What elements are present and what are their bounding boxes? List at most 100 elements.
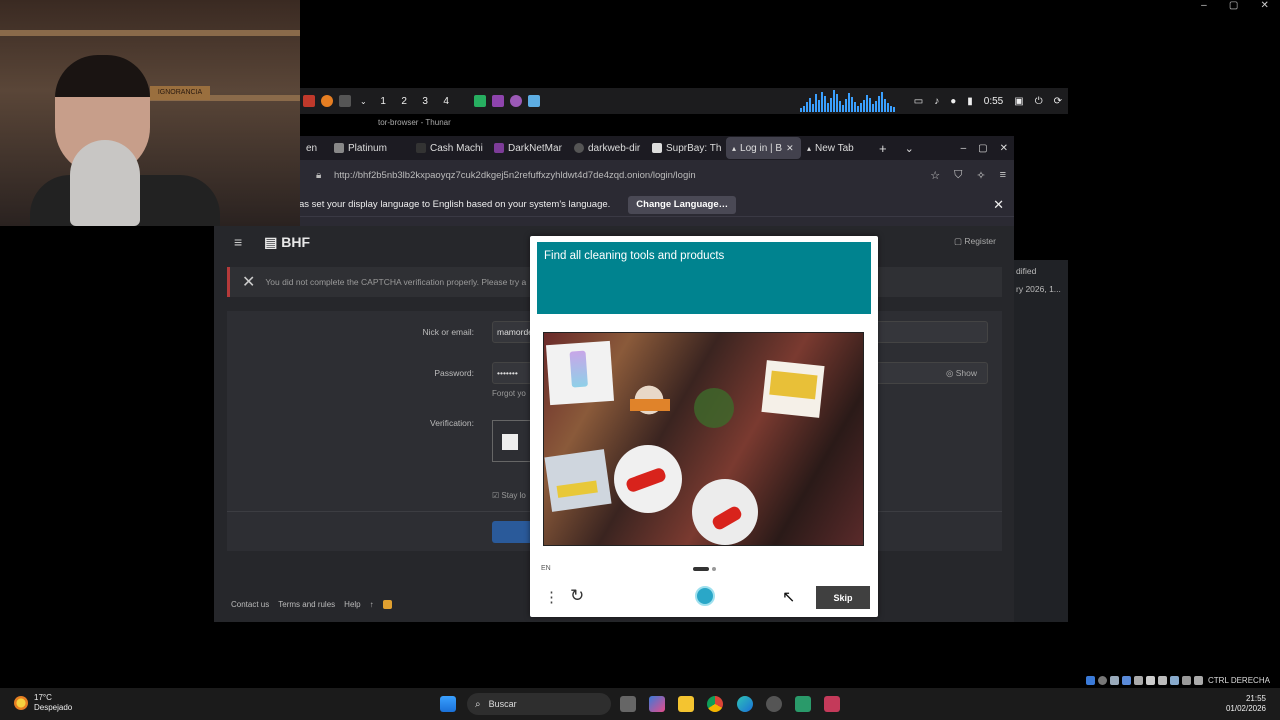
hamburger-menu-icon[interactable]: ≡	[234, 234, 242, 250]
image-tile-sponges[interactable]	[544, 449, 612, 512]
tray-app-icon[interactable]	[1170, 676, 1179, 685]
new-tab-button[interactable]: +	[879, 141, 887, 156]
captcha-image[interactable]	[543, 332, 864, 546]
tab[interactable]: Cash Machi	[410, 137, 488, 159]
url-text[interactable]: http://bhf2b5nb3lb2kxpaoyqz7cuk2dkgej5n2…	[334, 170, 696, 181]
chevron-down-icon[interactable]: ⌄	[360, 97, 367, 106]
show-password-toggle[interactable]: ◎ Show	[946, 368, 977, 379]
weather-widget[interactable]: 17°C Despejado	[14, 693, 72, 713]
tab[interactable]: ▴ New Tab	[801, 137, 871, 159]
visualizer-bar	[884, 99, 886, 112]
close-icon[interactable]: ✕	[1000, 143, 1008, 154]
files-icon[interactable]	[527, 95, 540, 107]
start-icon[interactable]	[440, 696, 456, 712]
tab[interactable]: en	[300, 137, 328, 159]
display-icon[interactable]: ▭	[914, 96, 923, 107]
tab[interactable]: Platinum	[328, 137, 410, 159]
tab[interactable]: darkweb-dir	[568, 137, 646, 159]
tab-label: darkweb-dir	[588, 142, 641, 154]
workspace-3[interactable]: 3	[415, 96, 436, 107]
visualizer-bar	[878, 96, 880, 112]
menu-icon[interactable]: ≡	[1000, 169, 1006, 181]
image-tile-glove-2[interactable]	[692, 479, 758, 545]
task-view-icon[interactable]	[620, 696, 636, 712]
tray-app-icon[interactable]	[1122, 676, 1131, 685]
close-icon[interactable]: ✕	[993, 197, 1004, 213]
edge-icon[interactable]	[737, 696, 753, 712]
image-tile-glove-1[interactable]	[614, 445, 682, 513]
captcha-checkbox[interactable]	[502, 434, 518, 450]
close-icon[interactable]: ✕	[1260, 0, 1268, 14]
firefox-icon[interactable]	[321, 95, 333, 107]
tray-app-icon[interactable]	[1182, 676, 1191, 685]
onion-lock-icon[interactable]: 🔒︎	[316, 170, 321, 181]
bookmark-star-icon[interactable]: ☆	[930, 169, 940, 182]
change-language-button[interactable]: Change Language…	[628, 195, 737, 214]
workspace-4[interactable]: 4	[436, 96, 457, 107]
tab-close-icon[interactable]: ✕	[786, 143, 794, 154]
tab[interactable]: SuprBay: Th	[646, 137, 726, 159]
tray-app-icon[interactable]	[1110, 676, 1119, 685]
tray-app-icon[interactable]	[1098, 676, 1107, 685]
scroll-up-icon[interactable]: ↑	[370, 600, 374, 609]
refresh-icon[interactable]: ⟳	[1054, 96, 1062, 107]
power-icon[interactable]: ⏻	[1035, 96, 1043, 107]
visualizer-bar	[887, 103, 889, 112]
url-bar[interactable]: 🔒︎ http://bhf2b5nb3lb2kxpaoyqz7cuk2dkgej…	[300, 164, 1014, 186]
taskbar-clock[interactable]: 21:55 01/02/2026	[1226, 694, 1266, 714]
rss-icon[interactable]	[382, 600, 392, 609]
taskbar-search[interactable]: ⌕ Buscar	[467, 693, 611, 715]
chrome-icon[interactable]	[707, 696, 723, 712]
battery-icon[interactable]: ▮	[967, 96, 973, 107]
app-icon[interactable]	[491, 95, 504, 107]
app-icon[interactable]	[824, 696, 840, 712]
register-link[interactable]: ▢ Register	[954, 236, 996, 247]
error-close-icon[interactable]: ✕	[242, 272, 255, 292]
captcha-menu-icon[interactable]: ⋮	[544, 588, 559, 606]
image-tile-sponge-yellow[interactable]	[761, 360, 825, 418]
maximize-icon[interactable]: ▢	[978, 143, 987, 154]
app-icon[interactable]	[473, 95, 486, 107]
volume-icon[interactable]: ♪	[934, 96, 939, 107]
tab-favicon-icon	[416, 143, 426, 153]
maximize-icon[interactable]: ▢	[1229, 0, 1238, 14]
tray-app-icon[interactable]	[1158, 676, 1167, 685]
clock-time: 21:55	[1245, 694, 1266, 703]
language-indicator[interactable]: EN	[541, 565, 551, 572]
tor-icon[interactable]	[509, 95, 522, 107]
image-tile-sponge[interactable]	[624, 375, 674, 425]
tray-app-icon[interactable]	[1134, 676, 1143, 685]
copilot-icon[interactable]	[649, 696, 665, 712]
stay-logged-in-checkbox[interactable]: ☑ Stay lo	[492, 491, 526, 500]
lock-icon[interactable]: ▣	[1014, 96, 1023, 107]
app-icon[interactable]	[303, 95, 315, 107]
workspace-1[interactable]: 1	[373, 96, 394, 107]
tab[interactable]: DarkNetMar	[488, 137, 568, 159]
minimize-icon[interactable]: –	[961, 143, 967, 154]
terminal-icon[interactable]	[339, 95, 351, 107]
contact-link[interactable]: Contact us	[231, 600, 269, 609]
image-tile-phone[interactable]	[545, 340, 615, 406]
captcha-widget[interactable]	[492, 420, 532, 462]
shield-icon[interactable]: ⛉	[954, 169, 962, 182]
app-icon[interactable]	[766, 696, 782, 712]
app-icon[interactable]	[795, 696, 811, 712]
hcaptcha-logo-icon	[695, 586, 715, 606]
forgot-password-link[interactable]: Forgot yo	[492, 389, 526, 398]
tab-active[interactable]: ▴ Log in | B ✕	[726, 137, 801, 159]
tray-app-icon[interactable]	[1194, 676, 1203, 685]
workspace-2[interactable]: 2	[394, 96, 415, 107]
site-logo[interactable]: ▤ BHF	[264, 234, 310, 251]
refresh-icon[interactable]: ↻	[570, 586, 584, 606]
minimize-icon[interactable]: –	[1201, 0, 1207, 14]
file-explorer-icon[interactable]	[678, 696, 694, 712]
skip-button[interactable]: Skip	[816, 586, 870, 609]
terms-link[interactable]: Terms and rules	[278, 600, 335, 609]
notification-icon[interactable]: ●	[950, 96, 956, 107]
tray-app-icon[interactable]	[1146, 676, 1155, 685]
tray-app-icon[interactable]	[1086, 676, 1095, 685]
visualizer-bar	[869, 98, 871, 112]
tab-list-button[interactable]: ⌄	[905, 142, 914, 155]
extensions-icon[interactable]: ✧	[976, 169, 985, 182]
help-link[interactable]: Help	[344, 600, 360, 609]
